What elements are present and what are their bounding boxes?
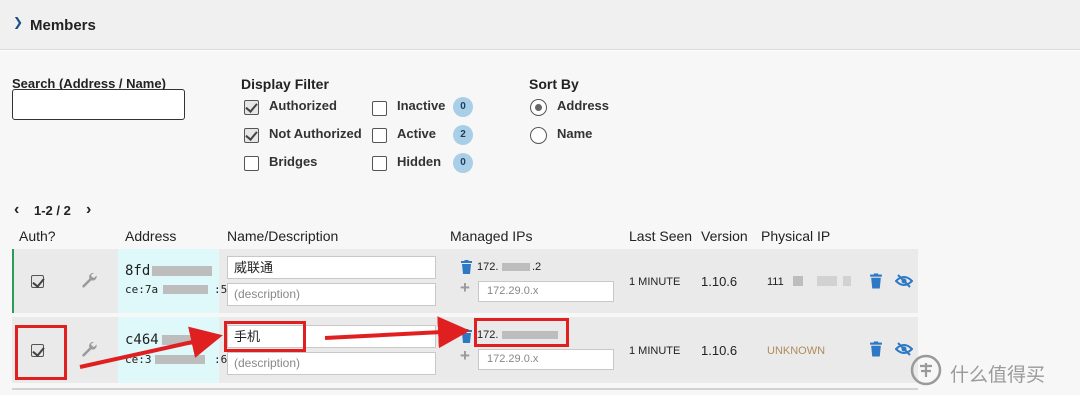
smzdm-logo-icon <box>910 354 942 386</box>
arrow-to-ip <box>324 316 470 349</box>
arrow-to-name <box>79 326 223 369</box>
watermark-text: 什么值得买 <box>950 364 1046 386</box>
annotation-arrows <box>79 316 470 369</box>
watermark: 什么值得买 <box>910 352 1080 388</box>
